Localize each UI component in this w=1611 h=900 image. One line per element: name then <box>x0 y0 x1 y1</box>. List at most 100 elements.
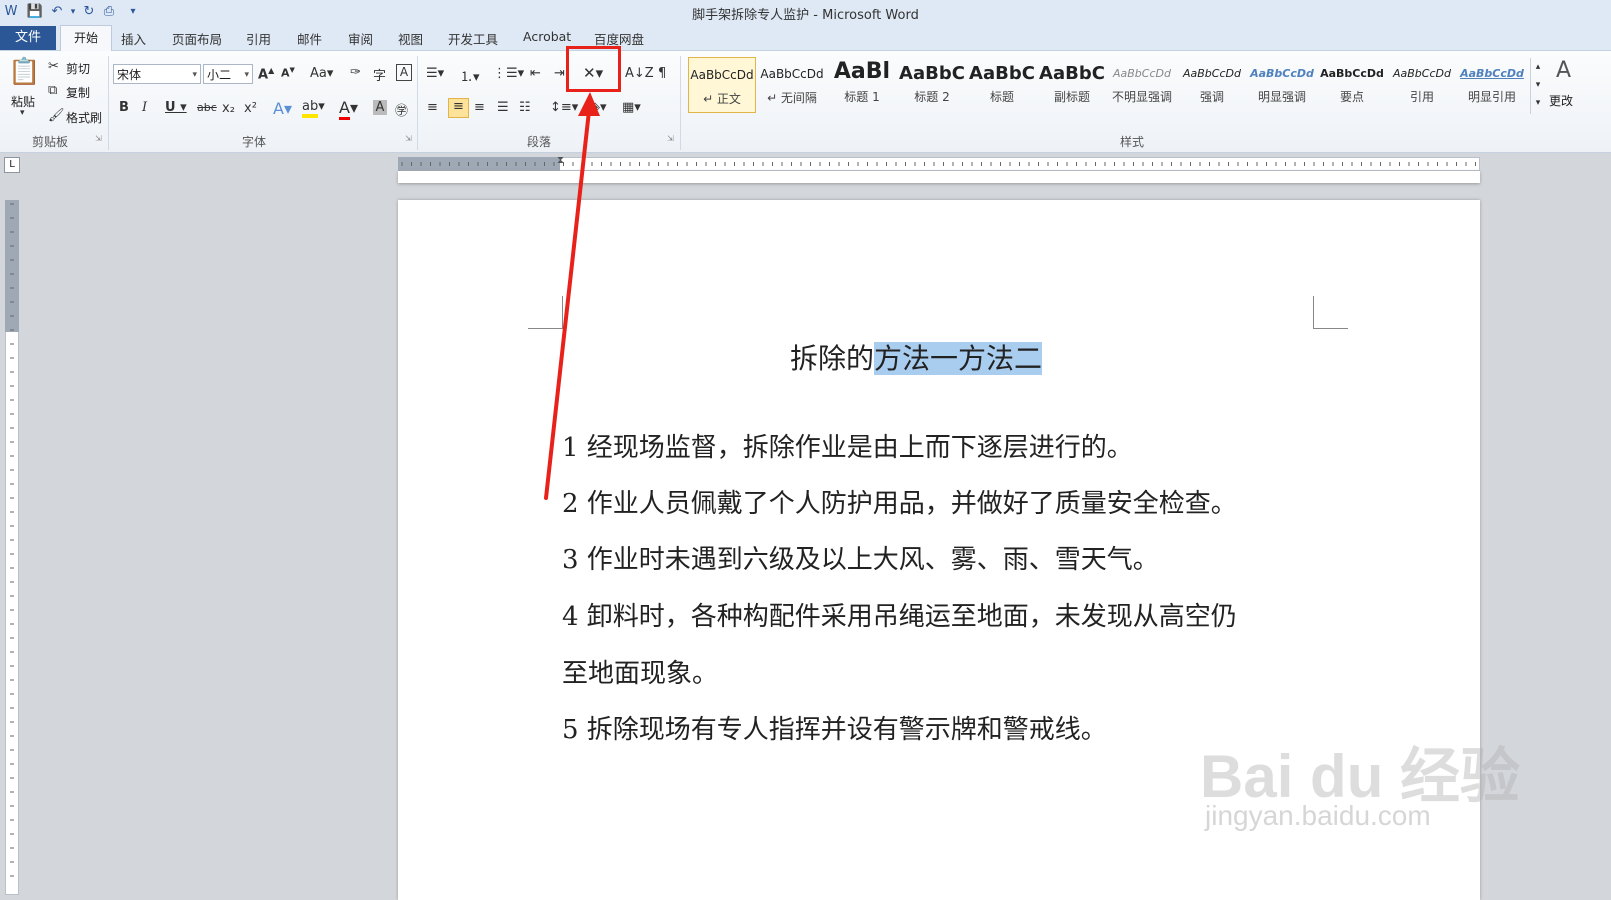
document-heading[interactable]: 拆除的方法一方法二 <box>790 337 1043 377</box>
scissors-icon: ✂ <box>48 59 59 74</box>
borders-icon[interactable]: ▦▾ <box>622 100 641 115</box>
bullets-icon[interactable]: ☰▾ <box>426 66 444 81</box>
paste-icon[interactable]: 📋 <box>8 57 40 89</box>
increase-indent-icon[interactable]: ⇥ <box>554 66 565 81</box>
clipboard-group-label: 剪贴板 <box>31 135 68 149</box>
tab-acrobat[interactable]: Acrobat <box>523 29 571 44</box>
style-emphasis[interactable]: AaBbCcDd 强调 <box>1178 57 1246 113</box>
group-separator <box>417 56 418 150</box>
format-painter-button[interactable]: 格式刷 <box>66 109 102 126</box>
style-name: 明显引用 <box>1467 90 1516 104</box>
style-title[interactable]: AaBbC 标题 <box>968 57 1036 113</box>
tab-developer[interactable]: 开发工具 <box>448 29 498 48</box>
window-title: 脚手架拆除专人监护 - Microsoft Word <box>692 8 919 23</box>
change-styles-button[interactable]: 更改 <box>1549 92 1573 109</box>
paste-dropdown-icon[interactable]: ▾ <box>20 108 25 118</box>
copy-icon: ⧉ <box>48 83 58 98</box>
clipboard-launcher-icon[interactable]: ⇲ <box>95 134 102 143</box>
bold-icon[interactable]: B <box>119 100 129 115</box>
style-name: 明显强调 <box>1257 90 1306 104</box>
tab-file[interactable]: 文件 <box>0 26 56 50</box>
paragraph-4-continued[interactable]: 至地面现象。 <box>562 653 718 690</box>
align-right-icon[interactable]: ≡ <box>474 100 485 115</box>
chevron-down-icon: ▾ <box>244 70 249 80</box>
style-sample: AaBbCcDd <box>1460 67 1524 80</box>
style-sample: AaBbC <box>969 63 1035 84</box>
show-hide-marks-icon[interactable]: ¶ <box>658 66 666 81</box>
style-name: ↵ 无间隔 <box>767 91 817 105</box>
margin-corner-mark <box>1313 296 1348 329</box>
highlight-icon[interactable]: ab▾ <box>302 99 325 118</box>
font-color-icon[interactable]: A▾ <box>339 98 358 120</box>
heading-selection[interactable]: 方法一方法二 <box>874 342 1043 375</box>
styles-scroll-icon[interactable]: ▴ ▾ ▾ <box>1530 58 1545 114</box>
style-no-spacing[interactable]: AaBbCcDd ↵ 无间隔 <box>758 57 826 113</box>
shrink-font-icon[interactable]: A▼ <box>281 66 295 80</box>
style-normal[interactable]: AaBbCcDd ↵ 正文 <box>688 57 756 113</box>
paragraph-4[interactable]: 4 卸料时，各种构配件采用吊绳运至地面，未发现从高空仍 <box>562 596 1237 633</box>
group-separator <box>680 56 681 150</box>
align-center-icon[interactable]: ≡ <box>448 98 469 118</box>
watermark-url: jingyan.baidu.com <box>1205 800 1431 831</box>
tab-page-layout[interactable]: 页面布局 <box>172 29 222 48</box>
superscript-icon[interactable]: x² <box>244 101 257 116</box>
phonetic-guide-icon[interactable]: 字 <box>373 65 386 84</box>
multilevel-list-icon[interactable]: ⋮☰▾ <box>493 66 524 81</box>
paragraph-2[interactable]: 2 作业人员佩戴了个人防护用品，并做好了质量安全检查。 <box>562 483 1237 520</box>
style-strong[interactable]: AaBbCcDd 要点 <box>1318 57 1386 113</box>
font-launcher-icon[interactable]: ⇲ <box>405 134 412 143</box>
character-border-icon[interactable]: A <box>396 64 412 81</box>
copy-button[interactable]: 复制 <box>66 84 90 101</box>
change-styles-icon[interactable]: A <box>1556 58 1571 83</box>
tab-references[interactable]: 引用 <box>246 29 271 48</box>
font-name-value: 宋体 <box>117 68 142 82</box>
underline-icon[interactable]: U ▾ <box>165 100 187 115</box>
distributed-icon[interactable]: ☷ <box>519 100 531 115</box>
text-effects-icon[interactable]: A▾ <box>273 99 292 118</box>
style-name: 引用 <box>1409 90 1434 104</box>
tab-review[interactable]: 审阅 <box>348 29 373 48</box>
style-heading-1[interactable]: AaBl 标题 1 <box>828 57 896 113</box>
change-case-icon[interactable]: Aa▾ <box>310 66 333 81</box>
paragraph-5[interactable]: 5 拆除现场有专人指挥并设有警示牌和警戒线。 <box>562 709 1107 746</box>
ribbon-tab-bar <box>0 24 1611 51</box>
strikethrough-icon[interactable]: abc <box>197 101 217 114</box>
tab-insert[interactable]: 插入 <box>121 29 146 48</box>
annotation-arrow <box>544 92 600 500</box>
tab-selector[interactable]: L <box>4 157 20 173</box>
style-intense-emphasis[interactable]: AaBbCcDd 明显强调 <box>1248 57 1316 113</box>
grow-font-icon[interactable]: A▲ <box>258 66 274 82</box>
clear-formatting-icon[interactable]: ✑ <box>350 65 361 80</box>
vertical-ruler-ticks <box>10 203 14 877</box>
sort-icon[interactable]: A↓Z <box>625 66 654 81</box>
character-shading-icon[interactable]: A <box>373 100 387 115</box>
enclose-characters-icon[interactable]: ㊫ <box>395 100 408 119</box>
style-sample: AaBbCcDd <box>690 68 754 82</box>
italic-icon[interactable]: I <box>142 100 147 115</box>
style-name: 标题 <box>989 90 1014 104</box>
style-heading-2[interactable]: AaBbC 标题 2 <box>898 57 966 113</box>
tab-mailings[interactable]: 邮件 <box>297 29 322 48</box>
font-size-combo[interactable]: 小二 ▾ <box>203 64 253 84</box>
style-sample: AaBbCcDd <box>1393 67 1451 80</box>
numbering-icon[interactable]: ⒈▾ <box>460 66 480 85</box>
paragraph-3[interactable]: 3 作业时未遇到六级及以上大风、雾、雨、雪天气。 <box>562 539 1159 576</box>
style-quote[interactable]: AaBbCcDd 引用 <box>1388 57 1456 113</box>
tab-home[interactable]: 开始 <box>60 25 112 52</box>
style-sample: AaBl <box>833 59 891 84</box>
paragraph-launcher-icon[interactable]: ⇲ <box>667 134 674 143</box>
justify-icon[interactable]: ☰ <box>497 100 509 115</box>
style-name: 强调 <box>1199 90 1224 104</box>
cut-button[interactable]: 剪切 <box>66 60 90 77</box>
tab-view[interactable]: 视图 <box>398 29 423 48</box>
font-name-combo[interactable]: 宋体 ▾ <box>113 64 201 84</box>
align-left-icon[interactable]: ≡ <box>427 100 438 115</box>
style-subtle-emphasis[interactable]: AaBbCcDd 不明显强调 <box>1108 57 1176 113</box>
decrease-indent-icon[interactable]: ⇤ <box>530 66 541 81</box>
style-intense-quote[interactable]: AaBbCcDd 明显引用 <box>1458 57 1526 113</box>
style-sample: AaBbCcDd <box>1250 67 1314 80</box>
style-subtitle[interactable]: AaBbC 副标题 <box>1038 57 1106 113</box>
paragraph-1[interactable]: 1 经现场监督，拆除作业是由上而下逐层进行的。 <box>562 427 1133 464</box>
styles-group-label: 样式 <box>1119 135 1144 149</box>
subscript-icon[interactable]: x₂ <box>222 101 235 116</box>
